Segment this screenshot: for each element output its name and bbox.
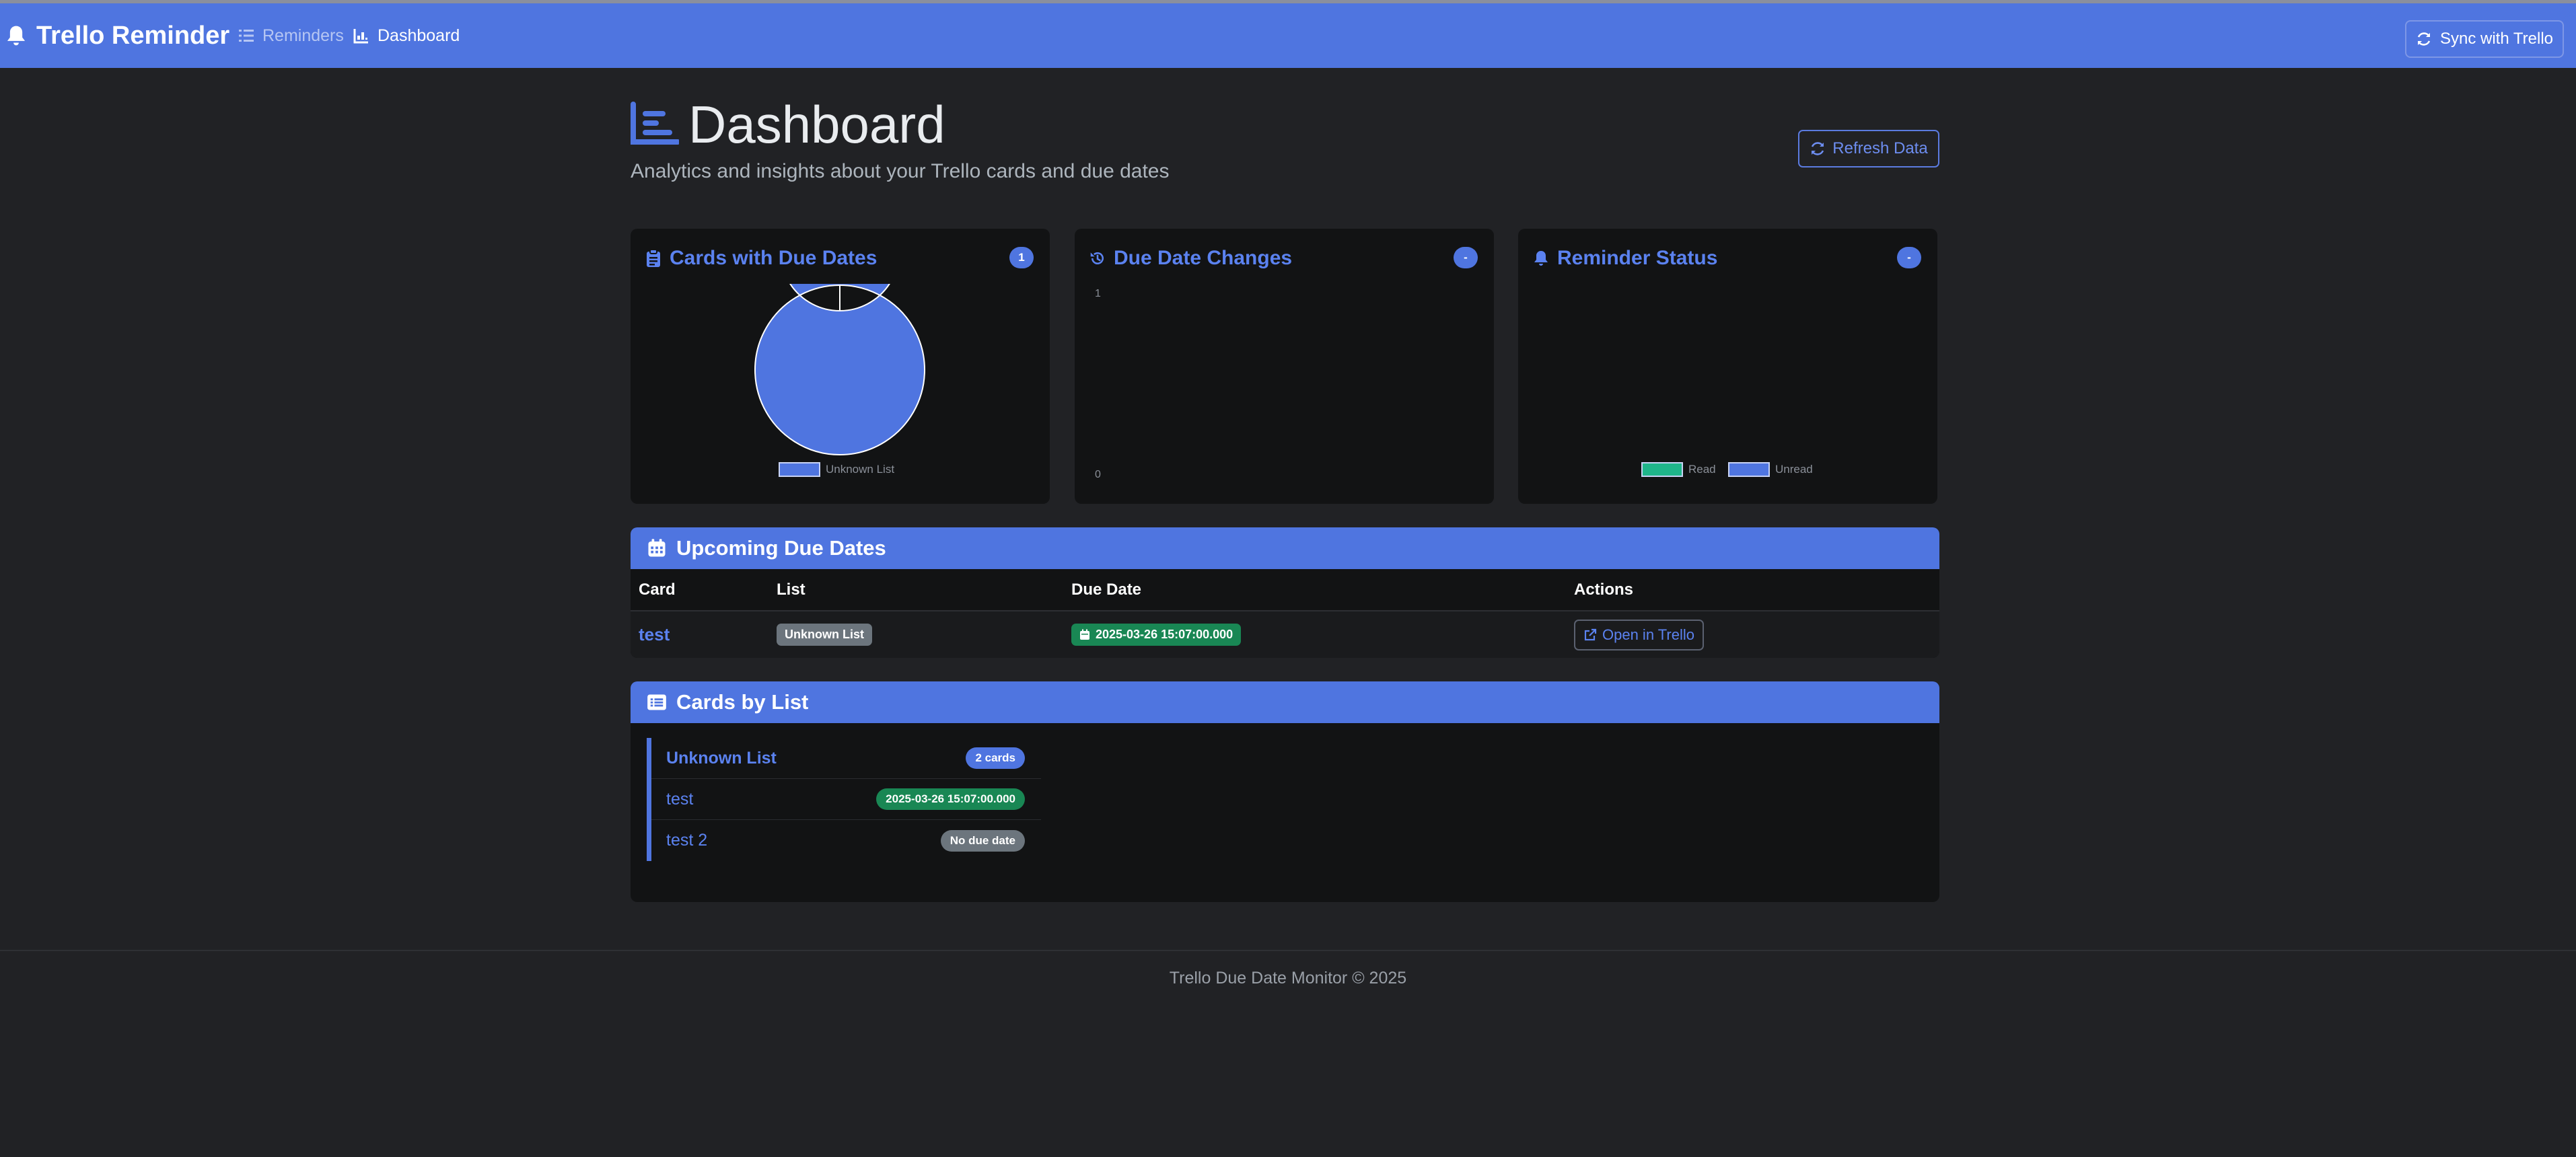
- brand[interactable]: Trello Reminder: [5, 3, 229, 68]
- column-header-list: List: [768, 569, 1063, 611]
- sync-button-label: Sync with Trello: [2439, 30, 2554, 48]
- chart-line-icon: [353, 29, 368, 44]
- table-row: test Unknown List 2025-03-26 15:07:00.00…: [631, 611, 1939, 658]
- card-link[interactable]: test: [666, 790, 693, 809]
- card-cards-with-due-dates: Cards with Due Dates 1 Unknown List: [631, 229, 1050, 504]
- chart-line-icon: [631, 102, 679, 145]
- brand-label: Trello Reminder: [36, 21, 230, 50]
- due-date-text: 2025-03-26 15:07:00.000: [1096, 628, 1233, 641]
- card-count-badge: 2 cards: [966, 747, 1025, 769]
- list-item[interactable]: test 2025-03-26 15:07:00.000: [651, 779, 1041, 820]
- section-title: Cards by List: [676, 690, 809, 714]
- y-axis-tick: 1: [1095, 288, 1101, 299]
- external-link-icon: [1584, 628, 1597, 640]
- page-title: Dashboard: [629, 94, 945, 155]
- page-title-text: Dashboard: [688, 94, 945, 154]
- card-reminder-status: Reminder Status - Read Unread: [1518, 229, 1937, 504]
- footer-text: Trello Due Date Monitor © 2025: [1169, 969, 1407, 987]
- no-due-date-badge: No due date: [940, 829, 1025, 852]
- chart-legend-item[interactable]: Read: [1641, 462, 1716, 477]
- card-link[interactable]: test 2: [666, 831, 707, 850]
- bell-icon: [1534, 251, 1548, 266]
- legend-swatch: [1728, 462, 1770, 477]
- legend-swatch: [1641, 462, 1683, 477]
- legend-label: Unknown List: [826, 463, 895, 476]
- nav-dashboard-label: Dashboard: [378, 26, 460, 45]
- upcoming-due-dates-panel: Upcoming Due Dates Card List Due Date Ac…: [631, 527, 1939, 658]
- due-date-badge: 2025-03-26 15:07:00.000: [876, 788, 1025, 810]
- bell-icon: [7, 26, 26, 46]
- refresh-data-label: Refresh Data: [1832, 139, 1928, 157]
- list-name: Unknown List: [666, 748, 777, 768]
- table-header-row: Card List Due Date Actions: [631, 569, 1939, 611]
- nav-dashboard[interactable]: Dashboard: [353, 3, 460, 68]
- card-due-date-changes: Due Date Changes - 1 0: [1075, 229, 1494, 504]
- sync-icon: [2417, 32, 2431, 46]
- count-badge: 1: [1009, 247, 1034, 268]
- list-group: Unknown List 2 cards test 2025-03-26 15:…: [647, 738, 1041, 861]
- card-title: Reminder Status: [1533, 245, 1717, 272]
- list-alt-icon: [647, 694, 666, 710]
- page-subtitle: Analytics and insights about your Trello…: [631, 160, 1170, 182]
- card-link[interactable]: test: [639, 624, 670, 644]
- card-title-text: Reminder Status: [1557, 247, 1718, 269]
- column-header-card: Card: [631, 569, 768, 611]
- card-title-text: Cards with Due Dates: [670, 247, 878, 269]
- count-badge: -: [1897, 247, 1921, 268]
- nav-reminders[interactable]: Reminders: [238, 3, 344, 68]
- section-header: Upcoming Due Dates: [631, 527, 1939, 569]
- sync-icon: [1812, 142, 1824, 155]
- column-header-due-date: Due Date: [1063, 569, 1566, 611]
- open-in-trello-label: Open in Trello: [1602, 626, 1694, 643]
- calendar-icon: [1080, 629, 1089, 640]
- navbar: Trello Reminder Reminders Dashboard Sync…: [0, 3, 2576, 68]
- count-badge: -: [1454, 247, 1478, 268]
- legend-label: Unread: [1775, 463, 1813, 476]
- clipboard-icon: [647, 249, 660, 267]
- legend-label: Read: [1688, 463, 1716, 476]
- list-item[interactable]: test 2 No due date: [651, 820, 1041, 861]
- history-icon: [1090, 252, 1104, 264]
- card-title: Due Date Changes: [1089, 245, 1292, 272]
- due-dates-donut-chart[interactable]: [754, 284, 926, 456]
- due-date-badge: 2025-03-26 15:07:00.000: [1071, 624, 1242, 646]
- sync-button[interactable]: Sync with Trello: [2405, 20, 2564, 58]
- y-axis-tick: 0: [1095, 469, 1101, 480]
- refresh-data-button[interactable]: Refresh Data: [1798, 130, 1939, 167]
- chart-legend-item[interactable]: Unread: [1728, 462, 1813, 477]
- upcoming-table: Card List Due Date Actions test Unknown …: [631, 569, 1939, 658]
- card-title-text: Due Date Changes: [1114, 247, 1293, 269]
- list-group-header: Unknown List 2 cards: [651, 738, 1041, 779]
- calendar-icon: [648, 539, 666, 557]
- legend-swatch: [779, 462, 820, 477]
- list-icon: [239, 30, 254, 42]
- section-title: Upcoming Due Dates: [676, 536, 886, 560]
- card-title: Cards with Due Dates: [645, 245, 877, 272]
- cards-by-list-panel: Cards by List Unknown List 2 cards test …: [631, 681, 1939, 902]
- chart-legend-item[interactable]: Unknown List: [779, 462, 894, 477]
- list-badge: Unknown List: [777, 624, 872, 646]
- footer-divider: [0, 950, 2576, 951]
- open-in-trello-button[interactable]: Open in Trello: [1574, 619, 1704, 650]
- nav-reminders-label: Reminders: [262, 26, 344, 45]
- column-header-actions: Actions: [1566, 569, 1939, 611]
- section-header: Cards by List: [631, 681, 1939, 723]
